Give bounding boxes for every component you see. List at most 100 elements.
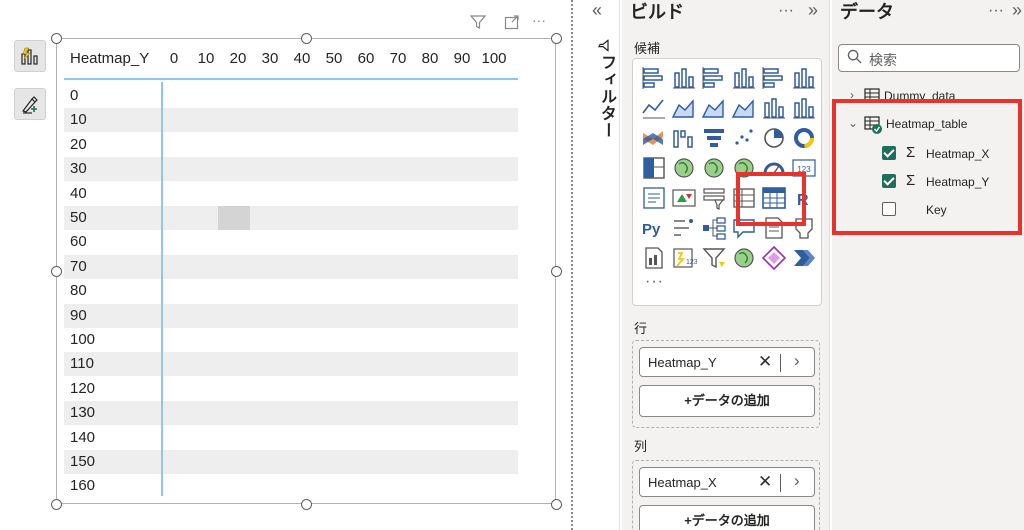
svg-text:123: 123 <box>686 259 697 266</box>
chevron-right-icon[interactable]: › <box>794 351 800 371</box>
multi-row-card-icon[interactable] <box>641 185 667 211</box>
resize-handle[interactable] <box>50 265 62 277</box>
chevron-right-icon[interactable]: › <box>794 471 800 491</box>
build-expand-icon[interactable]: » <box>808 0 818 21</box>
matrix-row[interactable]: 90 <box>64 303 518 328</box>
build-visual-icon[interactable] <box>14 40 46 72</box>
collapse-panes-icon[interactable]: « <box>592 0 602 21</box>
matrix-row[interactable]: 100 <box>64 328 518 352</box>
funnel-chart-icon[interactable] <box>701 125 727 151</box>
clustered-column-chart-icon[interactable] <box>731 65 757 91</box>
matrix-row[interactable]: 30 <box>64 157 518 182</box>
matrix-row[interactable]: 80 <box>64 279 518 303</box>
add-data-button[interactable]: +データの追加 <box>639 505 815 530</box>
matrix-row[interactable]: 160 <box>64 474 518 498</box>
ribbon-chart-icon[interactable] <box>641 125 667 151</box>
columns-field-pill[interactable]: Heatmap_X ✕ › <box>639 467 815 497</box>
matrix-row[interactable]: 20 <box>64 133 518 157</box>
matrix-column-header[interactable]: 0 <box>158 50 190 67</box>
resize-handle[interactable] <box>550 498 562 510</box>
get-more-visuals-icon[interactable] <box>791 245 817 271</box>
stacked-bar-chart-icon[interactable] <box>641 65 667 91</box>
more-options-icon[interactable]: ··· <box>532 12 546 28</box>
matrix-column-header[interactable]: 10 <box>190 50 222 67</box>
add-data-button[interactable]: +データの追加 <box>639 385 815 417</box>
power-apps-2-icon[interactable] <box>761 245 787 271</box>
key-influencers-icon[interactable] <box>671 215 697 241</box>
matrix-column-header[interactable]: 80 <box>414 50 446 67</box>
power-automate-icon[interactable]: 123 <box>671 245 698 271</box>
matrix-row[interactable]: 120 <box>64 377 518 401</box>
waterfall-chart-icon[interactable] <box>671 125 697 151</box>
format-visual-icon[interactable] <box>14 88 46 120</box>
line-and-stacked-column-chart-icon[interactable] <box>761 95 787 121</box>
columns-well[interactable]: Heatmap_X ✕ › +データの追加 <box>632 460 820 530</box>
more-visuals-icon[interactable]: ··· <box>645 273 664 291</box>
clustered-bar-chart-icon[interactable] <box>701 65 727 91</box>
map-icon[interactable] <box>671 155 697 181</box>
100-stacked-area-chart-icon[interactable] <box>731 95 757 121</box>
rows-field-pill[interactable]: Heatmap_Y ✕ › <box>639 347 815 377</box>
data-pane-title: データ <box>840 2 894 22</box>
power-apps-icon[interactable] <box>641 245 667 271</box>
scatter-chart-icon[interactable] <box>731 125 757 151</box>
100-stacked-bar-chart-icon[interactable] <box>761 65 787 91</box>
build-more-options-icon[interactable]: ··· <box>778 2 794 20</box>
resize-handle[interactable] <box>300 32 312 44</box>
matrix-column-header[interactable]: 100 <box>478 50 510 67</box>
search-input[interactable]: 検索 <box>838 44 1020 72</box>
matrix-row[interactable]: 150 <box>64 450 518 474</box>
filter-visual-icon[interactable] <box>701 245 727 271</box>
filter-icon[interactable] <box>469 14 487 33</box>
resize-handle[interactable] <box>550 32 562 44</box>
columns-well-label: 列 <box>634 439 648 454</box>
data-expand-icon[interactable]: » <box>1012 0 1022 21</box>
matrix-row[interactable]: 70 <box>64 254 518 279</box>
matrix-column-header[interactable]: 30 <box>254 50 286 67</box>
data-more-options-icon[interactable]: ··· <box>988 2 1004 20</box>
treemap-icon[interactable] <box>641 155 667 181</box>
matrix-row[interactable]: 50 <box>64 206 518 230</box>
suggestions-label: 候補 <box>634 41 661 56</box>
matrix-row[interactable]: 130 <box>64 401 518 426</box>
resize-handle[interactable] <box>50 32 62 44</box>
resize-handle[interactable] <box>50 498 62 510</box>
filters-pane-collapsed[interactable]: « フィルター <box>586 0 620 530</box>
line-chart-icon[interactable] <box>641 95 667 121</box>
matrix-row[interactable]: 10 <box>64 108 518 133</box>
matrix-row[interactable]: 0 <box>64 84 518 108</box>
pie-chart-icon[interactable] <box>761 125 787 151</box>
matrix-row[interactable]: 110 <box>64 352 518 377</box>
remove-field-icon[interactable]: ✕ <box>758 472 772 492</box>
resize-handle[interactable] <box>550 265 562 277</box>
remove-field-icon[interactable]: ✕ <box>758 352 772 372</box>
filled-map-icon[interactable] <box>701 155 727 181</box>
matrix-row-header: 120 <box>70 379 96 397</box>
matrix-row[interactable]: 60 <box>64 230 518 254</box>
matrix-column-header[interactable]: 90 <box>446 50 478 67</box>
matrix-column-header[interactable]: 70 <box>382 50 414 67</box>
matrix-row[interactable]: 40 <box>64 182 518 206</box>
area-chart-icon[interactable] <box>671 95 697 121</box>
decomposition-tree-icon[interactable] <box>701 215 727 241</box>
matrix-value-cell[interactable] <box>218 206 250 230</box>
focus-mode-icon[interactable] <box>504 14 520 33</box>
stacked-column-chart-icon[interactable] <box>671 65 697 91</box>
100-stacked-column-chart-icon[interactable] <box>791 65 817 91</box>
filters-pane-label[interactable]: フィルター <box>588 54 618 139</box>
donut-chart-icon[interactable] <box>791 125 817 151</box>
slicer-icon[interactable] <box>701 185 727 211</box>
rows-well[interactable]: Heatmap_Y ✕ › +データの追加 <box>632 340 820 428</box>
python-visual-icon[interactable]: Py <box>641 215 667 241</box>
resize-handle[interactable] <box>300 498 312 510</box>
stacked-area-chart-icon[interactable] <box>701 95 727 121</box>
arcgis-map-icon[interactable] <box>731 245 757 271</box>
matrix-column-header[interactable]: 60 <box>350 50 382 67</box>
matrix-column-header[interactable]: 20 <box>222 50 254 67</box>
kpi-icon[interactable] <box>671 185 697 211</box>
line-and-clustered-column-chart-icon[interactable] <box>791 95 817 121</box>
matrix-column-header[interactable]: 50 <box>318 50 350 67</box>
matrix-row-header: 80 <box>70 282 87 300</box>
matrix-row[interactable]: 140 <box>64 426 518 450</box>
matrix-column-header[interactable]: 40 <box>286 50 318 67</box>
